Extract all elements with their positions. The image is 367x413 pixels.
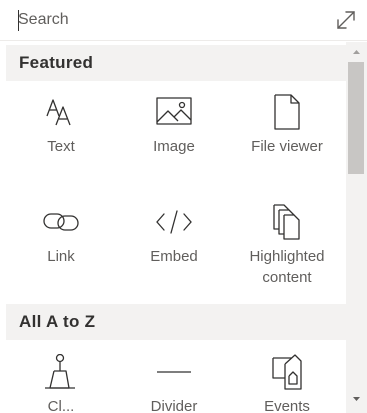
tile-label: File viewer: [251, 138, 323, 155]
text-caret: [18, 10, 19, 31]
tile-label: Events: [264, 398, 310, 413]
code-icon: [156, 210, 192, 234]
search-input[interactable]: [18, 8, 318, 32]
highlighted-content-icon: [273, 204, 300, 240]
tile-events[interactable]: Events: [232, 354, 342, 413]
tile-label: Link: [47, 248, 75, 265]
expand-icon[interactable]: [335, 9, 357, 31]
link-icon: [43, 213, 79, 231]
scrollbar-thumb[interactable]: [348, 62, 364, 174]
text-icon: [46, 99, 71, 126]
web-part-toolbox: Featured Text Image: [0, 0, 367, 413]
tile-image[interactable]: Image: [119, 94, 229, 157]
section-header-featured: Featured: [6, 45, 346, 81]
vertical-scrollbar[interactable]: [346, 42, 367, 413]
tile-label: Highlighted content: [249, 248, 325, 286]
tile-label: Embed: [150, 248, 198, 265]
toolbox-list: Featured Text Image File viewer Link Emb…: [0, 42, 346, 413]
tile-call-to-action[interactable]: Cl...: [6, 354, 116, 413]
connector-icon: [272, 354, 302, 390]
tile-highlighted-content[interactable]: Highlighted content: [232, 204, 342, 288]
tile-embed[interactable]: Embed: [119, 204, 229, 267]
tile-label: Cl...: [47, 398, 75, 413]
divider-icon: [157, 371, 191, 373]
tile-label: Text: [47, 138, 75, 155]
tile-text[interactable]: Text: [6, 94, 116, 157]
tile-link[interactable]: Link: [6, 204, 116, 267]
tile-file-viewer[interactable]: File viewer: [232, 94, 342, 157]
tile-label: Divider: [150, 398, 198, 413]
chevron-down-icon[interactable]: [346, 391, 367, 407]
image-icon: [156, 97, 192, 125]
file-icon: [274, 94, 300, 130]
tile-divider[interactable]: Divider: [119, 354, 229, 413]
section-header-all-a-to-z: All A to Z: [6, 304, 346, 340]
call-to-action-icon: [45, 354, 75, 389]
tile-label: Image: [153, 138, 195, 155]
search-bar: [0, 0, 367, 41]
chevron-up-icon[interactable]: [346, 44, 367, 60]
